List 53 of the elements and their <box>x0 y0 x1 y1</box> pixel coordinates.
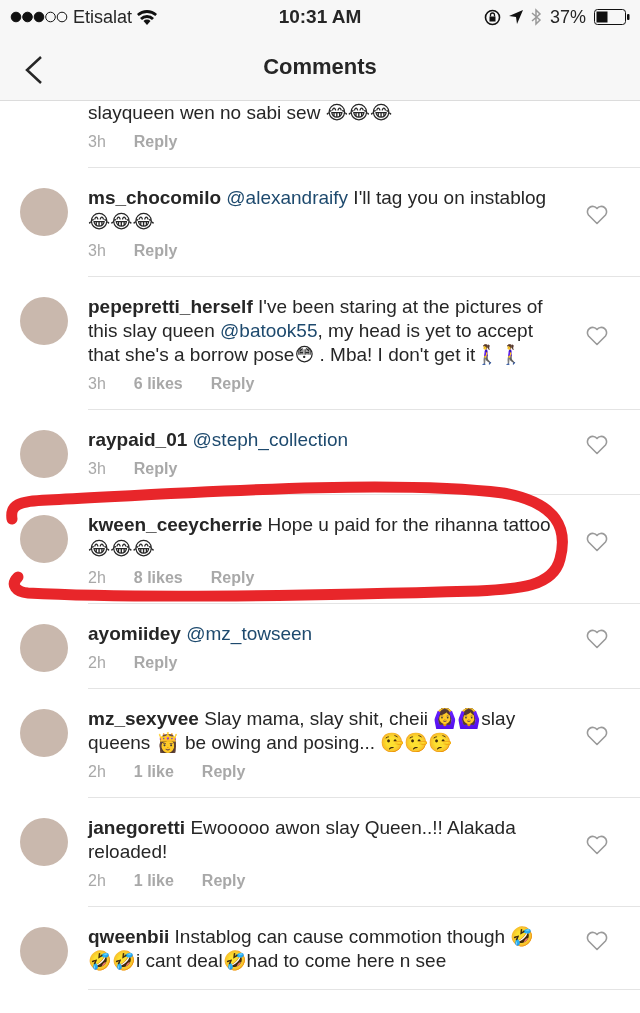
comment-age: 3h <box>88 375 106 393</box>
location-arrow-icon <box>508 10 523 24</box>
page-title: Comments <box>263 54 377 80</box>
comment-age: 3h <box>88 133 106 151</box>
username-link[interactable]: raypaid_01 <box>88 429 188 450</box>
mention-link[interactable]: @alexandraify <box>226 187 349 208</box>
comment-text: pepepretti_herself I've been staring at the pictures of this slay queen @batook55, my head is yet to accept that she's a borrow pose😳 . Mba! I don't get it🚶‍♀🚶‍♀ <box>88 295 544 367</box>
mention-link[interactable]: @steph_collection <box>192 429 349 450</box>
avatar-photo[interactable] <box>20 624 68 672</box>
battery-icon <box>594 9 630 25</box>
username-link[interactable]: pepepretti_herself <box>88 296 253 317</box>
avatar-photo[interactable] <box>20 297 68 345</box>
comment-text: kween_ceeycherrie Hope u paid for the rihanna tattoo😂😂😂 <box>88 513 552 561</box>
battery-percentage: 37% <box>549 6 586 28</box>
comment-age: 3h <box>88 460 106 478</box>
username-link[interactable]: janegoretti <box>88 817 186 838</box>
heart-icon[interactable] <box>586 532 608 552</box>
mention-link[interactable]: @mz_towseen <box>186 623 313 644</box>
comment-age: 3h <box>88 242 106 260</box>
comment-age: 2h <box>88 872 106 890</box>
heart-icon[interactable] <box>586 435 608 455</box>
clock-time: 10:31 AM <box>278 6 362 28</box>
signal-dots-icon <box>10 11 68 23</box>
comment-text: qweenbii Instablog can cause commotion though 🤣🤣🤣i cant deal🤣had to come here n see <box>88 925 536 973</box>
heart-icon[interactable] <box>586 629 608 649</box>
username-link[interactable]: qweenbii <box>88 926 170 947</box>
comment-text: mz_sexyvee Slay mama, slay shit, cheii 🙆‍♀🙆‍♀slay queens 👸 be owing and posing... 🤥🤥🤥 <box>88 707 517 755</box>
avatar-photo[interactable] <box>20 430 68 478</box>
comment-age: 2h <box>88 569 106 587</box>
carrier-name: Etisalat <box>73 6 133 28</box>
bluetooth-icon <box>530 8 542 26</box>
avatar-photo[interactable] <box>20 188 68 236</box>
heart-icon[interactable] <box>586 205 608 225</box>
wifi-icon <box>137 9 158 25</box>
username-link[interactable]: mz_sexyvee <box>88 708 199 729</box>
heart-icon[interactable] <box>586 931 608 951</box>
avatar-photo[interactable] <box>20 818 68 866</box>
avatar-photo[interactable] <box>20 515 68 563</box>
heart-icon[interactable] <box>586 726 608 746</box>
comment-text: janegoretti Ewooooo awon slay Queen..!! Alakada reloaded! <box>88 816 517 864</box>
comment-age: 2h <box>88 654 106 672</box>
comment-text: ms_chocomilo @alexandraify I'll tag you on instablog 😂😂😂 <box>88 186 548 234</box>
username-link[interactable]: kween_ceeycherrie <box>88 514 263 535</box>
comment-age: 2h <box>88 763 106 781</box>
username-link[interactable]: ayomiidey <box>88 623 181 644</box>
avatar-photo[interactable] <box>20 927 68 975</box>
heart-icon[interactable] <box>586 835 608 855</box>
heart-icon[interactable] <box>586 326 608 346</box>
username-link[interactable]: ms_chocomilo <box>88 187 222 208</box>
avatar-photo[interactable] <box>20 709 68 757</box>
mention-link[interactable]: @batook55 <box>220 320 318 341</box>
rotation-lock-icon <box>483 8 501 26</box>
comment-text: slayqueen wen no sabi sew 😂😂😂 <box>88 101 394 125</box>
